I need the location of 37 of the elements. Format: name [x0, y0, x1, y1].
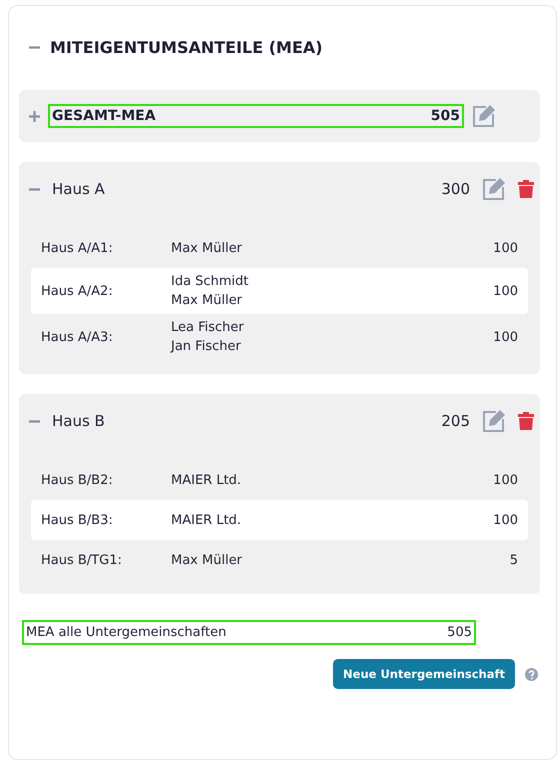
owner-name: Max Müller	[171, 293, 244, 308]
owner-name: Lea Fischer	[171, 320, 245, 335]
owner-name: Max Müller	[171, 240, 244, 256]
group-value: 300	[441, 180, 470, 198]
share-value: 100	[492, 284, 518, 298]
edit-icon[interactable]	[482, 409, 506, 433]
owner-name: Jan Fischer	[171, 339, 242, 354]
owner-name: Max Müller	[171, 552, 244, 568]
unit-label: Haus A/A1:	[41, 240, 114, 256]
unit-label: Haus B/TG1:	[41, 552, 123, 568]
summary-value: 505	[447, 625, 472, 640]
unit-label: Haus B/B3:	[41, 512, 114, 528]
unit-label: Haus B/B2:	[41, 472, 114, 488]
unit-label: Haus A/A3:	[41, 330, 114, 344]
share-value: 100	[492, 330, 518, 344]
group-name: Haus B	[52, 412, 105, 430]
new-subcommunity-button[interactable]: Neue Untergemeinschaft	[333, 659, 515, 689]
edit-icon[interactable]	[482, 177, 506, 201]
group-value: 205	[441, 412, 470, 430]
share-value: 100	[492, 472, 518, 488]
share-value: 100	[492, 240, 518, 256]
summary-label: MEA alle Untergemeinschaften	[26, 625, 226, 640]
edit-icon[interactable]	[472, 104, 496, 128]
share-value: 5	[508, 552, 518, 568]
unit-label: Haus A/A2:	[41, 284, 114, 298]
share-value: 100	[492, 512, 518, 528]
delete-icon[interactable]	[518, 412, 534, 430]
owner-name: Ida Schmidt	[171, 274, 250, 289]
total-label: GESAMT-MEA	[52, 108, 156, 124]
owner-name: MAIER Ltd.	[171, 472, 242, 488]
help-icon[interactable]	[525, 668, 538, 680]
expand-icon[interactable]	[29, 110, 40, 122]
section-title: MITEIGENTUMSANTEILE (MEA)	[50, 38, 323, 56]
total-value: 505	[430, 108, 460, 124]
group-name: Haus A	[52, 180, 105, 198]
delete-icon[interactable]	[518, 180, 534, 198]
owner-name: MAIER Ltd.	[171, 512, 242, 528]
